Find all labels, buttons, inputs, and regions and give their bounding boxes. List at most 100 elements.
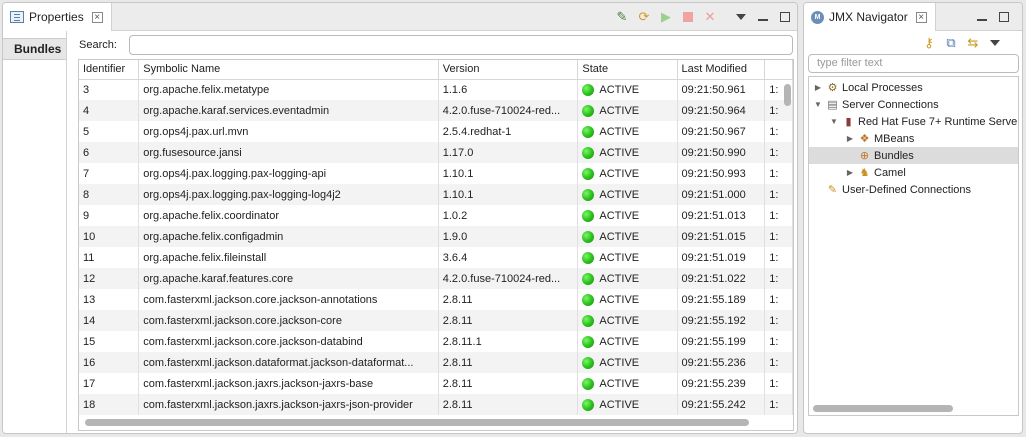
cell-state: ACTIVE xyxy=(577,100,678,121)
column-header-state[interactable]: State xyxy=(577,60,678,80)
table-row[interactable]: 10 org.apache.felix.configadmin 1.9.0 ACTIV… xyxy=(79,226,793,247)
uninstall-icon[interactable]: ✕ xyxy=(702,9,718,25)
properties-view: Properties × ✎ ⟳ ▶ ✕ Bundles Search: Ide… xyxy=(2,2,798,434)
table-row[interactable]: 15 com.fasterxml.jackson.core.jackson-dat… xyxy=(79,331,793,352)
cell-symbolic-name: com.fasterxml.jackson.dataformat.jackson… xyxy=(138,352,439,373)
cell-state: ACTIVE xyxy=(577,121,678,142)
search-label: Search: xyxy=(79,39,117,51)
table-row[interactable]: 16 com.fasterxml.jackson.dataformat.jacks… xyxy=(79,352,793,373)
jmx-toolbar: M JMX Navigator × xyxy=(804,3,1022,31)
properties-tab[interactable]: Properties × xyxy=(3,3,112,31)
close-icon[interactable]: × xyxy=(91,11,103,23)
maximize-icon[interactable] xyxy=(996,9,1012,25)
collapsed-twisty-icon[interactable]: ▶ xyxy=(845,134,855,143)
cell-identifier: 12 xyxy=(79,268,140,289)
table-row[interactable]: 18 com.fasterxml.jackson.jaxrs.jackson-ja… xyxy=(79,394,793,415)
horizontal-scrollbar[interactable] xyxy=(85,419,749,426)
view-menu-chevron-down-icon[interactable] xyxy=(733,9,749,25)
state-cell-content: ACTIVE xyxy=(582,356,672,369)
collapsed-twisty-icon[interactable]: ▶ xyxy=(813,83,823,92)
search-input[interactable] xyxy=(129,35,793,55)
jmx-view-controls xyxy=(974,9,1012,25)
horizontal-scrollbar[interactable] xyxy=(813,405,953,412)
active-status-icon xyxy=(582,188,595,201)
state-cell-content: ACTIVE xyxy=(582,335,672,348)
view-menu-controls xyxy=(733,9,793,25)
cell-symbolic-name: org.ops4j.pax.url.mvn xyxy=(138,121,439,142)
mbeans-icon: ❖ xyxy=(859,133,870,145)
view-menu-chevron-down-icon[interactable] xyxy=(987,35,1003,51)
table-header-row: Identifier Symbolic Name Version State L… xyxy=(79,60,793,80)
tree-node[interactable]: ▶ ♞ Camel xyxy=(809,164,1018,181)
tree-node-label: Local Processes xyxy=(842,81,923,94)
tree-node[interactable]: ▼ ▤ Server Connections xyxy=(809,96,1018,113)
close-icon[interactable]: × xyxy=(915,11,927,23)
table-row[interactable]: 9 org.apache.felix.coordinator 1.0.2 ACTIVE… xyxy=(79,205,793,226)
collapse-all-icon[interactable]: ⧉ xyxy=(943,35,959,51)
cell-identifier: 7 xyxy=(79,163,140,184)
cell-extra: 1: xyxy=(764,184,793,205)
start-icon[interactable]: ▶ xyxy=(658,9,674,25)
column-header-last-modified[interactable]: Last Modified xyxy=(677,60,766,80)
jmx-tree: ▶ ⚙ Local Processes ▼ ▤ Server Connections ▼ ▮ R… xyxy=(808,76,1019,416)
maximize-icon[interactable] xyxy=(777,9,793,25)
active-status-icon xyxy=(582,251,595,264)
server-connections-icon: ▤ xyxy=(827,99,838,111)
cell-version: 4.2.0.fuse-710024-red... xyxy=(438,268,579,289)
tree-node[interactable]: ▼ ▮ Red Hat Fuse 7+ Runtime Server xyxy=(809,113,1018,130)
state-cell-content: ACTIVE xyxy=(582,293,672,306)
vertical-scrollbar[interactable] xyxy=(784,84,791,106)
table-row[interactable]: 11 org.apache.felix.fileinstall 3.6.4 ACTIV… xyxy=(79,247,793,268)
state-label: ACTIVE xyxy=(599,251,640,264)
edit-properties-icon[interactable]: ✎ xyxy=(614,9,630,25)
cell-last-modified: 09:21:51.019 xyxy=(677,247,766,268)
cell-identifier: 16 xyxy=(79,352,140,373)
state-label: ACTIVE xyxy=(599,398,640,411)
cell-identifier: 4 xyxy=(79,100,140,121)
tree-node-label: Bundles xyxy=(874,149,914,162)
active-status-icon xyxy=(582,146,595,159)
cell-symbolic-name: org.ops4j.pax.logging.pax-logging-api xyxy=(138,163,439,184)
table-row[interactable]: 13 com.fasterxml.jackson.core.jackson-ann… xyxy=(79,289,793,310)
collapsed-twisty-icon[interactable]: ▶ xyxy=(845,168,855,177)
table-row[interactable]: 6 org.fusesource.jansi 1.17.0 ACTIVE 09:21:5… xyxy=(79,142,793,163)
tab-bundles[interactable]: Bundles xyxy=(3,38,66,60)
state-cell-content: ACTIVE xyxy=(582,398,672,411)
cell-symbolic-name: com.fasterxml.jackson.core.jackson-core xyxy=(138,310,439,331)
active-status-icon xyxy=(582,398,595,411)
tree-node[interactable]: ▶ ❖ MBeans xyxy=(809,130,1018,147)
table-row[interactable]: 3 org.apache.felix.metatype 1.1.6 ACTIVE 09:… xyxy=(79,79,793,100)
column-header-symbolic-name[interactable]: Symbolic Name xyxy=(138,60,439,80)
minimize-icon[interactable] xyxy=(755,9,771,25)
column-header-extra[interactable] xyxy=(764,60,793,80)
refresh-icon[interactable]: ⟳ xyxy=(636,9,652,25)
jmx-icon: M xyxy=(811,10,824,24)
tree-node[interactable]: ⊕ Bundles xyxy=(809,147,1018,164)
link-with-editor-icon[interactable]: ⇆ xyxy=(965,35,981,51)
table-row[interactable]: 12 org.apache.karaf.features.core 4.2.0.fu… xyxy=(79,268,793,289)
cell-version: 2.8.11.1 xyxy=(438,331,579,352)
table-row[interactable]: 7 org.ops4j.pax.logging.pax-logging-api 1.… xyxy=(79,163,793,184)
table-row[interactable]: 17 com.fasterxml.jackson.jaxrs.jackson-ja… xyxy=(79,373,793,394)
minimize-icon[interactable] xyxy=(974,9,990,25)
connect-icon[interactable]: ⚷ xyxy=(921,35,937,51)
filter-input[interactable]: type filter text xyxy=(808,54,1019,73)
cell-state: ACTIVE xyxy=(577,247,678,268)
tree-node[interactable]: ✎ User-Defined Connections xyxy=(809,181,1018,198)
table-row[interactable]: 4 org.apache.karaf.services.eventadmin 4.2… xyxy=(79,100,793,121)
stop-icon[interactable] xyxy=(680,9,696,25)
table-row[interactable]: 5 org.ops4j.pax.url.mvn 2.5.4.redhat-1 ACTI… xyxy=(79,121,793,142)
cell-version: 2.5.4.redhat-1 xyxy=(438,121,579,142)
jmx-tab-title: JMX Navigator xyxy=(829,10,908,24)
table-row[interactable]: 14 com.fasterxml.jackson.core.jackson-cor… xyxy=(79,310,793,331)
camel-icon: ♞ xyxy=(859,167,870,179)
jmx-navigator-tab[interactable]: M JMX Navigator × xyxy=(804,3,936,31)
column-header-identifier[interactable]: Identifier xyxy=(79,60,140,80)
state-cell-content: ACTIVE xyxy=(582,104,672,117)
expanded-twisty-icon[interactable]: ▼ xyxy=(813,100,823,109)
expanded-twisty-icon[interactable]: ▼ xyxy=(829,117,839,126)
cell-state: ACTIVE xyxy=(577,163,678,184)
tree-node[interactable]: ▶ ⚙ Local Processes xyxy=(809,79,1018,96)
column-header-version[interactable]: Version xyxy=(438,60,579,80)
table-row[interactable]: 8 org.ops4j.pax.logging.pax-logging-log4j… xyxy=(79,184,793,205)
